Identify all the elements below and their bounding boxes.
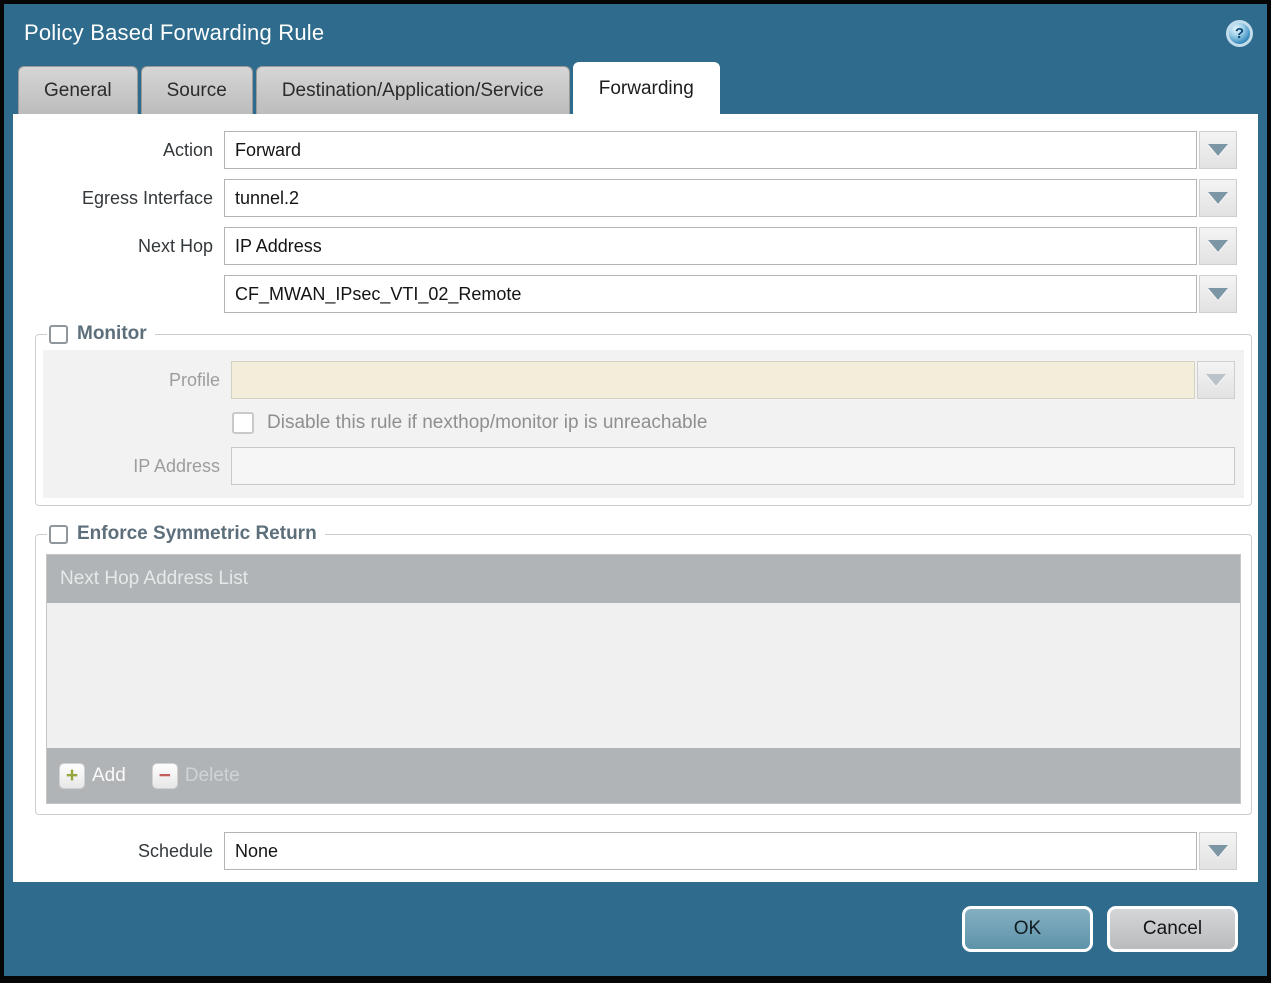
action-row: Action	[13, 131, 1258, 169]
next-hop-address-field-group	[224, 275, 1237, 313]
monitor-checkbox[interactable]	[49, 325, 68, 344]
egress-interface-dropdown-button[interactable]	[1199, 179, 1237, 217]
tab-bar: General Source Destination/Application/S…	[4, 62, 1267, 114]
dialog-title: Policy Based Forwarding Rule	[24, 20, 324, 46]
title-bar: Policy Based Forwarding Rule ?	[4, 4, 1267, 62]
monitor-panel: Profile Disable this rule if nexthop/mon…	[43, 350, 1244, 498]
monitor-legend-label: Monitor	[77, 323, 147, 345]
tab-forwarding[interactable]: Forwarding	[573, 62, 720, 114]
egress-interface-label: Egress Interface	[13, 188, 224, 209]
schedule-label: Schedule	[13, 841, 224, 862]
action-label: Action	[13, 140, 224, 161]
schedule-dropdown-button[interactable]	[1199, 832, 1237, 870]
next-hop-address-table-header: Next Hop Address List	[47, 555, 1240, 603]
cancel-button[interactable]: Cancel	[1107, 906, 1238, 952]
help-icon[interactable]: ?	[1226, 20, 1253, 47]
monitor-ip-address-field-group	[231, 447, 1235, 485]
monitor-fieldset: Monitor Profile Disable this rule if nex…	[35, 323, 1252, 506]
next-hop-address-table: Next Hop Address List + Add − Delete	[46, 554, 1241, 804]
tab-content-forwarding: Action Egress Interface Next Hop	[13, 114, 1258, 882]
profile-label: Profile	[43, 370, 231, 391]
next-hop-address-table-body[interactable]	[47, 603, 1240, 748]
monitor-ip-address-row: IP Address	[43, 447, 1244, 485]
next-hop-type-field-group	[224, 227, 1237, 265]
enforce-symmetric-return-legend: Enforce Symmetric Return	[47, 523, 325, 545]
next-hop-address-dropdown-button[interactable]	[1199, 275, 1237, 313]
action-dropdown-button[interactable]	[1199, 131, 1237, 169]
enforce-symmetric-return-fieldset: Enforce Symmetric Return Next Hop Addres…	[35, 523, 1252, 815]
next-hop-address-row	[13, 275, 1258, 313]
schedule-input[interactable]	[224, 832, 1197, 870]
monitor-ip-address-label: IP Address	[43, 456, 231, 477]
egress-interface-field-group	[224, 179, 1237, 217]
profile-field-group	[231, 361, 1235, 399]
schedule-row: Schedule	[13, 832, 1258, 870]
profile-row: Profile	[43, 361, 1244, 399]
enforce-symmetric-return-checkbox[interactable]	[49, 525, 68, 544]
dialog-window: Policy Based Forwarding Rule ? General S…	[0, 0, 1271, 983]
minus-icon: −	[152, 763, 178, 789]
delete-button[interactable]: − Delete	[152, 763, 240, 789]
tab-destination-application-service[interactable]: Destination/Application/Service	[256, 66, 570, 114]
profile-dropdown-button	[1197, 361, 1235, 399]
dialog-footer: OK Cancel	[4, 882, 1267, 976]
egress-interface-row: Egress Interface	[13, 179, 1258, 217]
monitor-legend: Monitor	[47, 323, 155, 345]
add-button-label: Add	[92, 765, 126, 787]
chevron-down-icon	[1206, 374, 1226, 386]
disable-rule-checkbox	[232, 412, 254, 434]
next-hop-address-table-toolbar: + Add − Delete	[47, 748, 1240, 803]
schedule-field-group	[224, 832, 1237, 870]
chevron-down-icon	[1208, 288, 1228, 300]
next-hop-address-input[interactable]	[224, 275, 1197, 313]
next-hop-label: Next Hop	[13, 236, 224, 257]
ok-button[interactable]: OK	[962, 906, 1093, 952]
profile-input	[231, 361, 1195, 399]
action-input[interactable]	[224, 131, 1197, 169]
egress-interface-input[interactable]	[224, 179, 1197, 217]
chevron-down-icon	[1208, 845, 1228, 857]
add-button[interactable]: + Add	[59, 763, 126, 789]
chevron-down-icon	[1208, 240, 1228, 252]
plus-icon: +	[59, 763, 85, 789]
disable-rule-row: Disable this rule if nexthop/monitor ip …	[232, 412, 1244, 434]
tab-general[interactable]: General	[18, 66, 138, 114]
monitor-ip-address-input	[231, 447, 1235, 485]
chevron-down-icon	[1208, 144, 1228, 156]
next-hop-type-input[interactable]	[224, 227, 1197, 265]
enforce-symmetric-return-legend-label: Enforce Symmetric Return	[77, 523, 317, 545]
next-hop-row: Next Hop	[13, 227, 1258, 265]
delete-button-label: Delete	[185, 765, 240, 787]
action-field-group	[224, 131, 1237, 169]
next-hop-type-dropdown-button[interactable]	[1199, 227, 1237, 265]
chevron-down-icon	[1208, 192, 1228, 204]
tab-source[interactable]: Source	[141, 66, 253, 114]
disable-rule-label: Disable this rule if nexthop/monitor ip …	[267, 412, 707, 434]
